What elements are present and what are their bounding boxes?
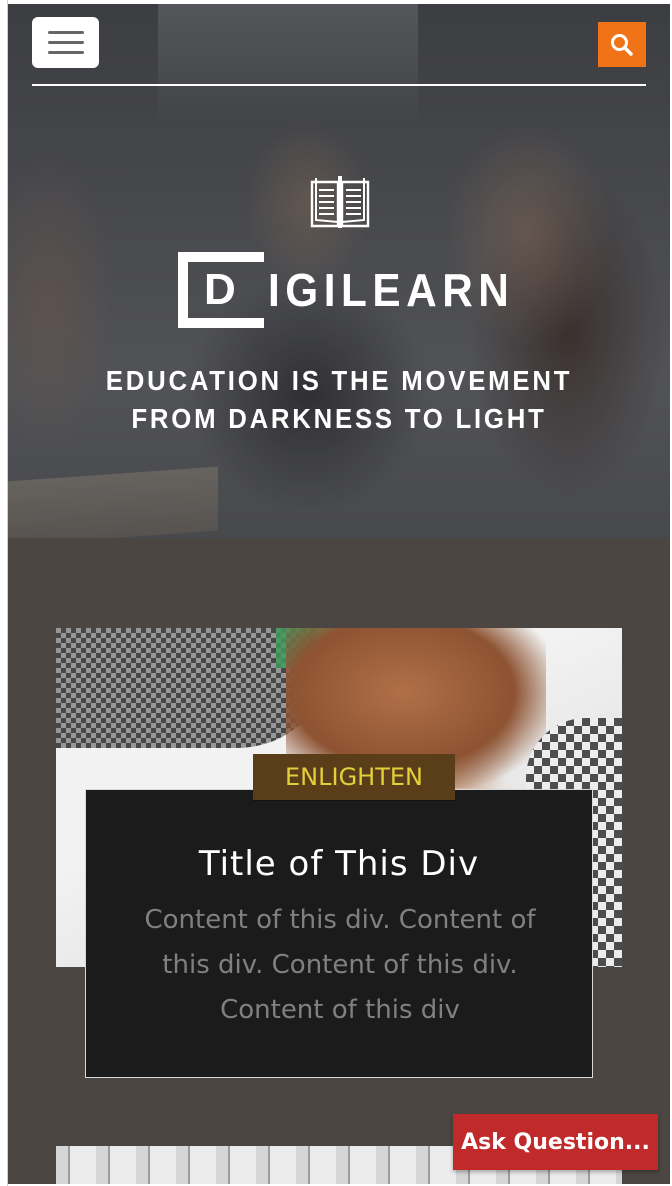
ask-question-button[interactable]: Ask Question... — [453, 1114, 658, 1170]
open-book-icon — [310, 176, 370, 228]
site-logo[interactable]: D IGILEARN — [178, 252, 509, 328]
menu-button[interactable] — [32, 17, 99, 68]
card-category-badge: ENLIGHTEN — [253, 754, 455, 800]
hero-tagline: EDUCATION IS THE MOVEMENT FROM DARKNESS … — [34, 362, 643, 438]
card-content-box[interactable]: Title of This Div Content of this div. C… — [85, 789, 593, 1078]
tagline-line-2: FROM DARKNESS TO LIGHT — [131, 403, 547, 434]
hamburger-icon-bar — [47, 51, 84, 54]
card-title: Title of This Div — [198, 844, 480, 884]
hamburger-icon — [47, 31, 84, 34]
hamburger-icon-bar — [47, 41, 84, 44]
logo-letter: D — [204, 265, 236, 314]
tagline-line-1: EDUCATION IS THE MOVEMENT — [105, 365, 573, 396]
card-description: Content of this div. Content of this div… — [144, 905, 536, 1025]
hero-section: D IGILEARN EDUCATION IS THE MOVEMENT FRO… — [8, 4, 670, 538]
header-divider — [32, 84, 646, 86]
page-frame: D IGILEARN EDUCATION IS THE MOVEMENT FRO… — [8, 4, 670, 1184]
hero-content: D IGILEARN EDUCATION IS THE MOVEMENT FRO… — [8, 4, 670, 538]
search-icon — [611, 33, 633, 56]
logo-wordmark: IGILEARN — [268, 264, 515, 316]
search-button[interactable] — [598, 22, 646, 67]
